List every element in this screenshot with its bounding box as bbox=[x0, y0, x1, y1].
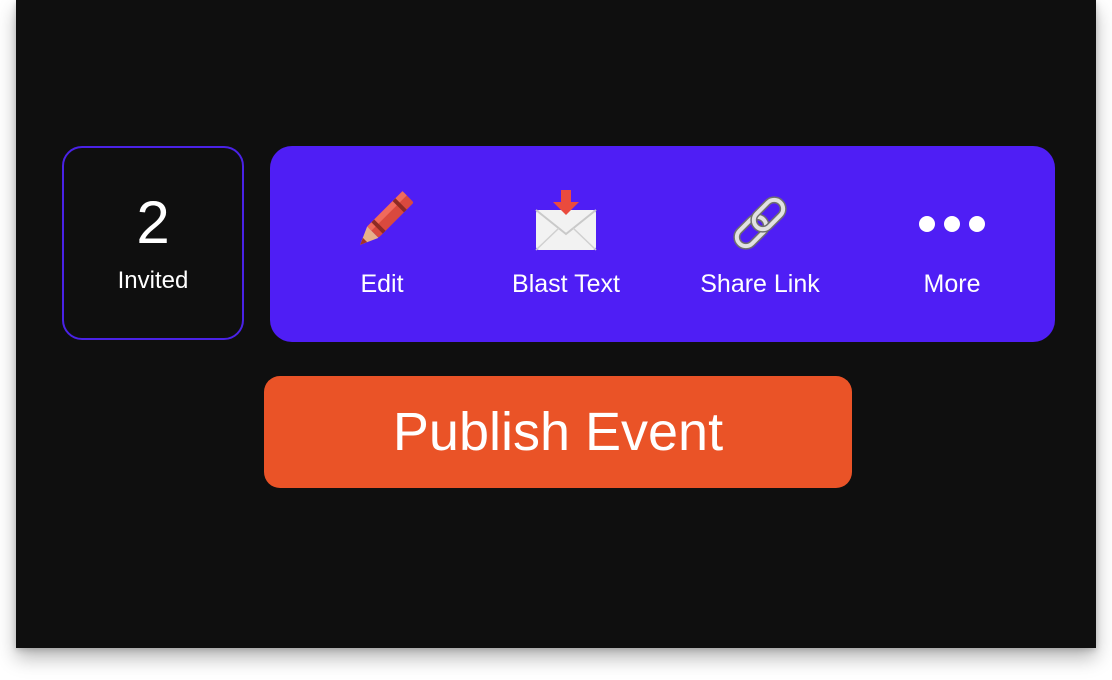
envelope-arrow-icon bbox=[535, 190, 597, 251]
publish-event-button[interactable]: Publish Event bbox=[264, 376, 852, 488]
invited-label: Invited bbox=[117, 267, 189, 294]
event-actions-panel: 2 Invited Edit Blast Text Share Link Mor… bbox=[16, 0, 1096, 648]
blast-text-button[interactable]: Blast Text bbox=[484, 146, 648, 342]
invited-count: 2 bbox=[136, 189, 170, 256]
invited-stat-card[interactable]: 2 Invited bbox=[62, 146, 244, 340]
action-bar: Edit Blast Text Share Link More bbox=[270, 146, 1055, 342]
more-label: More bbox=[923, 270, 981, 298]
edit-label: Edit bbox=[360, 270, 404, 298]
edit-button[interactable]: Edit bbox=[310, 146, 454, 342]
share-link-label: Share Link bbox=[700, 270, 820, 298]
link-icon bbox=[733, 196, 787, 250]
more-button[interactable]: More bbox=[880, 146, 1024, 342]
blast-text-label: Blast Text bbox=[512, 270, 620, 298]
share-link-button[interactable]: Share Link bbox=[678, 146, 842, 342]
more-dots-icon bbox=[919, 216, 985, 232]
crayon-icon bbox=[360, 191, 413, 245]
